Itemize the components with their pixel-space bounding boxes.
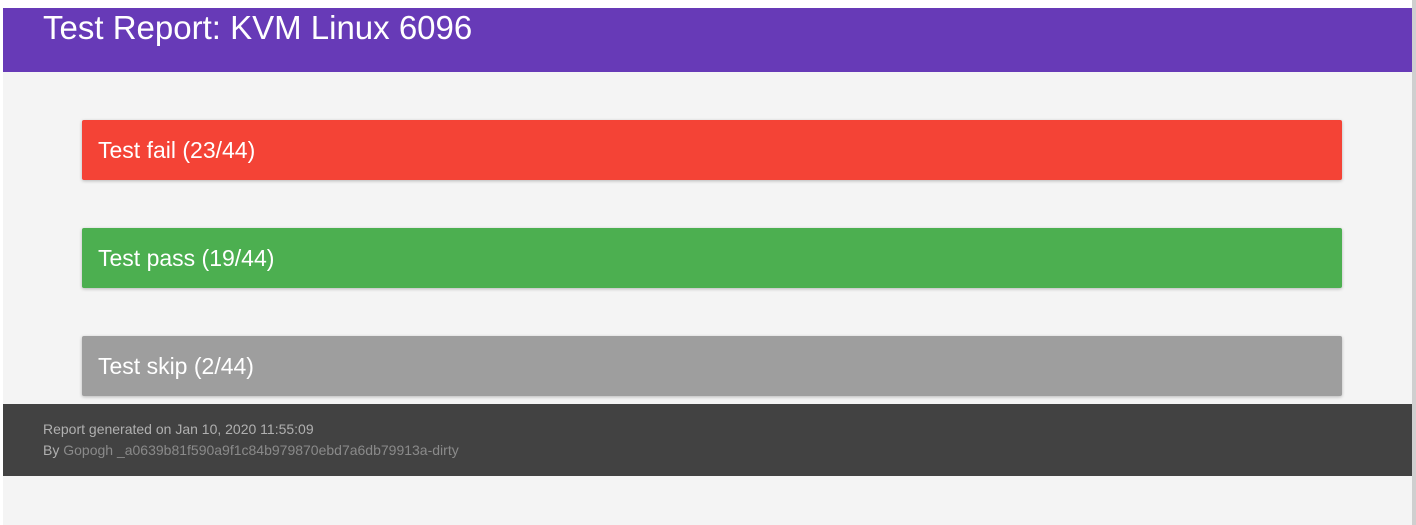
test-skip-label: Test skip (2/44) xyxy=(98,353,254,379)
page-title: Test Report: KVM Linux 6096 xyxy=(43,9,473,46)
page-header: Test Report: KVM Linux 6096 xyxy=(3,8,1412,72)
test-skip-section[interactable]: Test skip (2/44) xyxy=(82,336,1342,396)
gopogh-link[interactable]: Gopogh _a0639b81f590a9f1c84b979870ebd7a6… xyxy=(63,442,458,458)
by-prefix: By xyxy=(43,442,64,458)
test-fail-label: Test fail (23/44) xyxy=(98,137,256,163)
report-author-line: By Gopogh _a0639b81f590a9f1c84b979870ebd… xyxy=(43,440,459,460)
test-pass-label: Test pass (19/44) xyxy=(98,245,275,271)
report-generated-text: Report generated on Jan 10, 2020 11:55:0… xyxy=(43,421,314,437)
test-fail-section[interactable]: Test fail (23/44) xyxy=(82,120,1342,180)
page-footer: Report generated on Jan 10, 2020 11:55:0… xyxy=(3,404,1412,476)
page-bottom-area xyxy=(3,476,1412,525)
test-pass-section[interactable]: Test pass (19/44) xyxy=(82,228,1342,288)
top-strip xyxy=(0,0,1416,8)
scrollbar-edge[interactable] xyxy=(1412,0,1416,525)
